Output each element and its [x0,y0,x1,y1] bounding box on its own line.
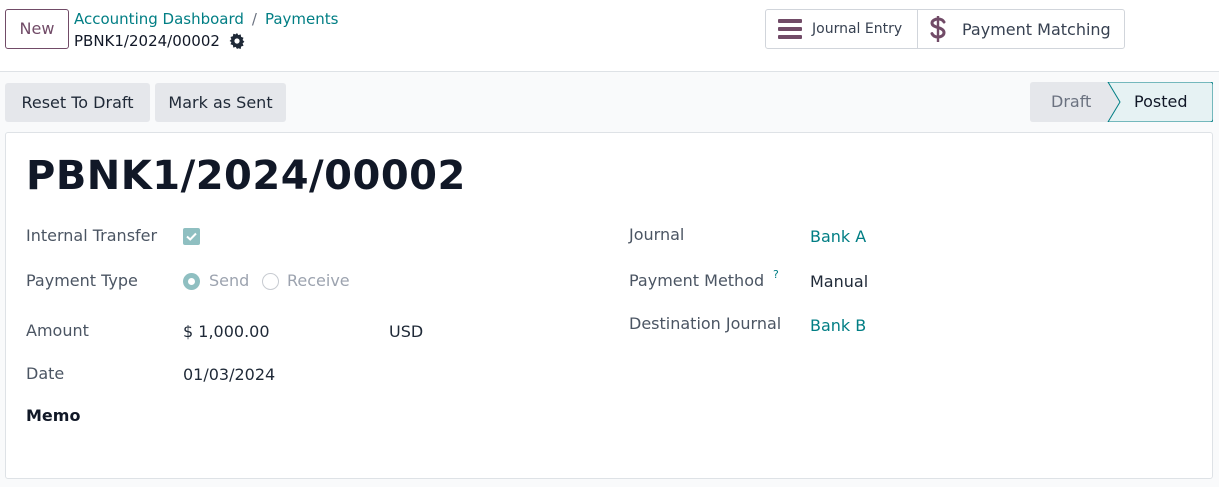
radio-receive-label: Receive [287,271,350,290]
breadcrumb-payments[interactable]: Payments [265,10,338,28]
help-tooltip-icon[interactable]: ? [773,268,779,281]
record-name: PBNK1/2024/00002 [74,30,245,52]
list-bars-icon [778,18,802,40]
reset-to-draft-button[interactable]: Reset To Draft [5,83,150,122]
date-field[interactable]: 01/03/2024 [183,365,275,384]
radio-receive[interactable] [262,273,279,290]
form-sheet: PBNK1/2024/00002 Internal Transfer Payme… [5,132,1213,479]
record-name-text: PBNK1/2024/00002 [74,32,220,50]
destination-journal-label: Destination Journal [629,314,782,333]
radio-send[interactable] [183,273,200,290]
new-button[interactable]: New [5,9,69,49]
internal-transfer-checkbox[interactable] [183,228,200,245]
status-bar: Draft Posted [1030,82,1213,122]
journal-field[interactable]: Bank A [810,227,866,246]
stage-draft[interactable]: Draft [1051,82,1091,122]
record-title: PBNK1/2024/00002 [26,153,466,199]
control-panel: New Accounting Dashboard / Payments PBNK1/… [0,0,1219,72]
journal-label: Journal [629,225,685,244]
smart-buttons: Journal Entry Payment Matching [765,9,1125,49]
amount-field[interactable]: $ 1,000.00 [183,322,270,341]
journal-entry-button[interactable]: Journal Entry [766,10,917,48]
dollar-icon [930,15,946,43]
stage-posted[interactable]: Posted [1134,82,1187,122]
payment-method-label: Payment Method [629,271,765,290]
journal-entry-label: Journal Entry [812,21,903,37]
check-icon [186,232,197,241]
payment-matching-button[interactable]: Payment Matching [917,10,1124,48]
radio-send-label: Send [209,271,250,290]
payment-method-field[interactable]: Manual [810,272,868,291]
payment-matching-label: Payment Matching [962,19,1111,39]
memo-label: Memo [26,406,81,425]
breadcrumb: Accounting Dashboard / Payments [74,9,338,29]
mark-as-sent-button[interactable]: Mark as Sent [155,83,286,122]
payment-type-label: Payment Type [26,271,138,290]
date-label: Date [26,364,65,383]
internal-transfer-label: Internal Transfer [26,226,158,245]
breadcrumb-accounting-dashboard[interactable]: Accounting Dashboard [74,10,244,28]
gear-icon[interactable] [229,33,245,49]
currency-field[interactable]: USD [389,322,423,341]
amount-label: Amount [26,321,89,340]
destination-journal-field[interactable]: Bank B [810,316,866,335]
breadcrumb-separator: / [251,10,257,28]
